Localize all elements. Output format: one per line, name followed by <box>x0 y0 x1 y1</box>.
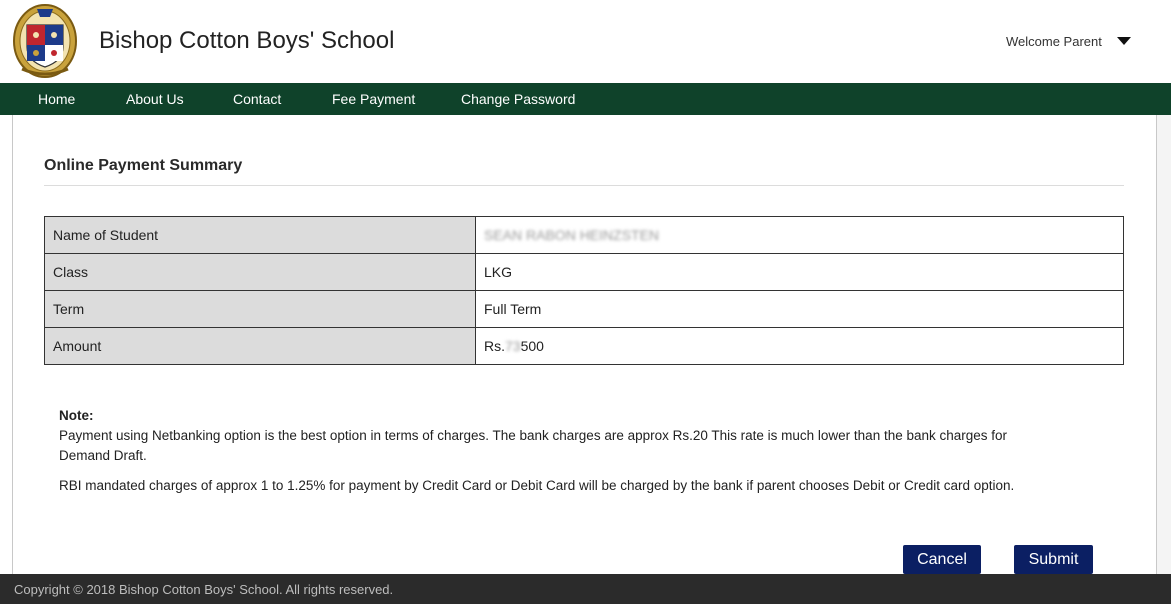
nav-contact[interactable]: Contact <box>233 83 281 115</box>
row-value-class: LKG <box>475 253 1124 291</box>
payment-summary-table: Name of Student SEAN RABON HEINZSTEN Cla… <box>44 216 1124 365</box>
amount-redacted: 73 <box>505 338 521 354</box>
cancel-button[interactable]: Cancel <box>903 545 981 574</box>
footer: Copyright © 2018 Bishop Cotton Boys' Sch… <box>0 574 1171 604</box>
copyright-text: Copyright © 2018 Bishop Cotton Boys' Sch… <box>14 582 394 597</box>
nav-about-us[interactable]: About Us <box>126 83 184 115</box>
redacted-student-name: SEAN RABON HEINZSTEN <box>484 227 660 243</box>
table-row: Name of Student SEAN RABON HEINZSTEN <box>44 216 1124 254</box>
header: Bishop Cotton Boys' School Welcome Paren… <box>0 0 1171 83</box>
page-title: Online Payment Summary <box>44 157 243 174</box>
main-navbar: Home About Us Contact Fee Payment Change… <box>0 83 1171 115</box>
note-netbanking: Payment using Netbanking option is the b… <box>59 428 1008 463</box>
page-side-strip <box>1157 115 1171 575</box>
welcome-text[interactable]: Welcome Parent <box>1006 34 1102 49</box>
school-name: Bishop Cotton Boys' School <box>99 27 395 54</box>
note-title: Note: <box>59 408 94 423</box>
title-divider <box>44 185 1124 186</box>
school-crest-logo <box>13 4 77 78</box>
submit-button[interactable]: Submit <box>1014 545 1093 574</box>
row-value-student-name: SEAN RABON HEINZSTEN <box>475 216 1124 254</box>
row-label: Amount <box>44 327 476 365</box>
table-row: Amount Rs.73500 <box>44 327 1124 365</box>
note-card-charges: RBI mandated charges of approx 1 to 1.25… <box>59 478 1015 493</box>
caret-down-icon[interactable] <box>1117 37 1131 45</box>
table-row: Class LKG <box>44 253 1124 291</box>
payment-note: Note: Payment using Netbanking option is… <box>59 406 1019 506</box>
row-value-amount: Rs.73500 <box>475 327 1124 365</box>
row-label: Name of Student <box>44 216 476 254</box>
row-label: Term <box>44 290 476 328</box>
nav-change-password[interactable]: Change Password <box>461 83 575 115</box>
amount-prefix: Rs. <box>484 338 505 354</box>
table-row: Term Full Term <box>44 290 1124 328</box>
row-label: Class <box>44 253 476 291</box>
nav-fee-payment[interactable]: Fee Payment <box>332 83 415 115</box>
row-value-term: Full Term <box>475 290 1124 328</box>
amount-suffix: 500 <box>520 338 544 354</box>
nav-home[interactable]: Home <box>38 83 75 115</box>
